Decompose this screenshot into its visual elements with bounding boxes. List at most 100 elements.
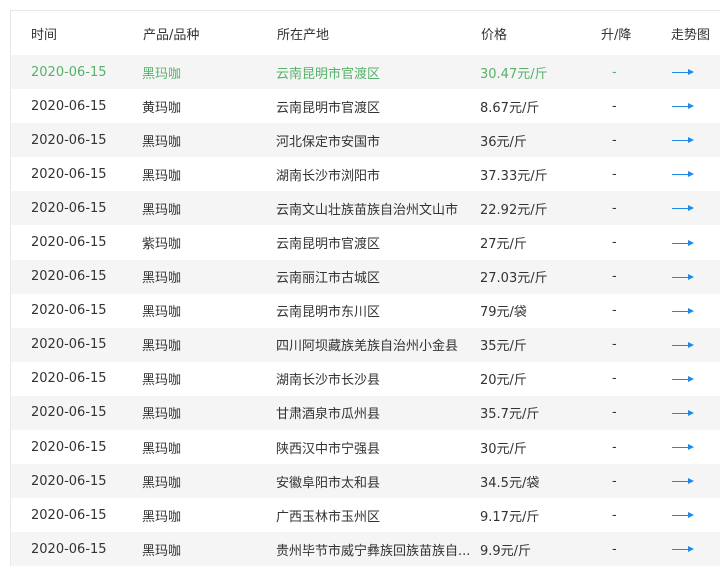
- cell-price: 35元/斤: [480, 339, 527, 355]
- table-row[interactable]: 2020-06-15 黑玛咖 贵州毕节市威宁彝族回族苗族自... 9.9元/斤 -: [11, 532, 720, 567]
- table-row[interactable]: 2020-06-15 黑玛咖 四川阿坝藏族羌族自治州小金县 35元/斤 -: [11, 327, 720, 362]
- arrow-right-icon[interactable]: [672, 169, 694, 179]
- cell-price: 30元/斤: [480, 441, 527, 457]
- header-trend: 走势图: [670, 11, 720, 55]
- arrow-right-icon[interactable]: [672, 340, 694, 350]
- cell-product: 黄玛咖: [142, 100, 182, 116]
- cell-product: 黑玛咖: [142, 168, 182, 184]
- cell-price: 79元/袋: [480, 305, 527, 321]
- table-row[interactable]: 2020-06-15 黑玛咖 陕西汉中市宁强县 30元/斤 -: [11, 430, 720, 465]
- cell-trend[interactable]: [670, 225, 720, 259]
- table-row[interactable]: 2020-06-15 黑玛咖 云南昆明市东川区 79元/袋 -: [11, 293, 720, 328]
- cell-change: -: [612, 405, 617, 421]
- cell-origin: 河北保定市安国市: [276, 134, 381, 150]
- cell-change: -: [612, 541, 617, 557]
- cell-change: -: [612, 269, 617, 285]
- table-row[interactable]: 2020-06-15 黑玛咖 云南丽江市古城区 27.03元/斤 -: [11, 259, 720, 294]
- cell-product: 黑玛咖: [142, 407, 182, 423]
- cell-trend[interactable]: [670, 430, 720, 464]
- cell-trend[interactable]: [670, 157, 720, 191]
- cell-change: -: [612, 439, 617, 455]
- cell-product: 黑玛咖: [142, 66, 182, 82]
- arrow-right-icon[interactable]: [672, 101, 694, 111]
- cell-origin: 云南昆明市东川区: [276, 305, 381, 321]
- cell-trend[interactable]: [670, 362, 720, 396]
- cell-change: -: [612, 98, 617, 114]
- cell-date: 2020-06-15: [31, 269, 107, 285]
- cell-origin: 陕西汉中市宁强县: [276, 441, 381, 457]
- cell-date: 2020-06-15: [31, 64, 107, 80]
- cell-origin: 安徽阜阳市太和县: [276, 475, 381, 491]
- cell-price: 27.03元/斤: [480, 271, 548, 287]
- arrow-right-icon[interactable]: [672, 476, 694, 486]
- cell-change: -: [612, 371, 617, 387]
- cell-trend[interactable]: [670, 396, 720, 430]
- cell-change: -: [612, 337, 617, 353]
- cell-origin: 湖南长沙市浏阳市: [276, 168, 381, 184]
- arrow-right-icon[interactable]: [672, 135, 694, 145]
- cell-trend[interactable]: [670, 191, 720, 225]
- cell-price: 9.17元/斤: [480, 509, 540, 525]
- cell-date: 2020-06-15: [31, 439, 107, 455]
- table-row[interactable]: 2020-06-15 黑玛咖 湖南长沙市浏阳市 37.33元/斤 -: [11, 157, 720, 192]
- cell-date: 2020-06-15: [31, 200, 107, 216]
- arrow-right-icon[interactable]: [672, 408, 694, 418]
- cell-product: 黑玛咖: [142, 271, 182, 287]
- cell-origin: 云南昆明市官渡区: [276, 100, 381, 116]
- table-row[interactable]: 2020-06-15 黑玛咖 云南昆明市官渡区 30.47元/斤 -: [11, 55, 720, 90]
- table-row[interactable]: 2020-06-15 黑玛咖 云南文山壮族苗族自治州文山市 22.92元/斤 -: [11, 191, 720, 226]
- cell-product: 黑玛咖: [142, 339, 182, 355]
- cell-price: 22.92元/斤: [480, 202, 548, 218]
- cell-change: -: [612, 235, 617, 251]
- cell-price: 27元/斤: [480, 237, 527, 253]
- cell-price: 20元/斤: [480, 373, 527, 389]
- cell-date: 2020-06-15: [31, 98, 107, 114]
- table-row[interactable]: 2020-06-15 黄玛咖 云南昆明市官渡区 8.67元/斤 -: [11, 89, 720, 124]
- cell-product: 黑玛咖: [142, 543, 182, 559]
- arrow-right-icon[interactable]: [672, 374, 694, 384]
- table-row[interactable]: 2020-06-15 黑玛咖 甘肃酒泉市瓜州县 35.7元/斤 -: [11, 395, 720, 431]
- arrow-right-icon[interactable]: [672, 510, 694, 520]
- cell-product: 黑玛咖: [142, 134, 182, 150]
- table-row[interactable]: 2020-06-15 黑玛咖 河北保定市安国市 36元/斤 -: [11, 123, 720, 158]
- cell-date: 2020-06-15: [31, 132, 107, 148]
- cell-date: 2020-06-15: [31, 303, 107, 319]
- cell-change: -: [612, 473, 617, 489]
- cell-date: 2020-06-15: [31, 337, 107, 353]
- table-row[interactable]: 2020-06-15 黑玛咖 广西玉林市玉州区 9.17元/斤 -: [11, 498, 720, 533]
- cell-origin: 湖南长沙市长沙县: [276, 373, 381, 389]
- cell-change: -: [612, 200, 617, 216]
- price-table-container: 时间 产品/品种 所在产地 价格 升/降 走势图 2020-06-15 黑玛咖 云南…: [10, 10, 720, 567]
- arrow-right-icon[interactable]: [672, 238, 694, 248]
- cell-trend[interactable]: [670, 294, 720, 328]
- cell-trend[interactable]: [670, 328, 720, 362]
- cell-change: -: [612, 303, 617, 319]
- cell-product: 黑玛咖: [142, 441, 182, 457]
- cell-date: 2020-06-15: [31, 405, 107, 421]
- arrow-right-icon[interactable]: [672, 203, 694, 213]
- cell-date: 2020-06-15: [31, 166, 107, 182]
- arrow-right-icon[interactable]: [672, 442, 694, 452]
- cell-trend[interactable]: [670, 498, 720, 532]
- cell-origin: 云南昆明市官渡区: [276, 237, 381, 253]
- arrow-right-icon[interactable]: [672, 272, 694, 282]
- cell-origin: 云南文山壮族苗族自治州文山市: [276, 202, 459, 218]
- cell-date: 2020-06-15: [31, 507, 107, 523]
- cell-price: 36元/斤: [480, 134, 527, 150]
- arrow-right-icon[interactable]: [672, 544, 694, 554]
- cell-trend[interactable]: [670, 464, 720, 498]
- arrow-right-icon[interactable]: [672, 67, 694, 77]
- cell-trend[interactable]: [670, 532, 720, 566]
- cell-price: 34.5元/袋: [480, 475, 540, 491]
- table-row[interactable]: 2020-06-15 紫玛咖 云南昆明市官渡区 27元/斤 -: [11, 225, 720, 260]
- arrow-right-icon[interactable]: [672, 306, 694, 316]
- cell-origin: 四川阿坝藏族羌族自治州小金县: [276, 339, 459, 355]
- table-row[interactable]: 2020-06-15 黑玛咖 安徽阜阳市太和县 34.5元/袋 -: [11, 464, 720, 499]
- cell-trend[interactable]: [670, 260, 720, 294]
- cell-trend[interactable]: [670, 55, 720, 89]
- header-time: 时间: [11, 11, 142, 55]
- cell-origin: 云南昆明市官渡区: [276, 66, 381, 82]
- cell-trend[interactable]: [670, 123, 720, 157]
- table-row[interactable]: 2020-06-15 黑玛咖 湖南长沙市长沙县 20元/斤 -: [11, 361, 720, 396]
- cell-trend[interactable]: [670, 89, 720, 123]
